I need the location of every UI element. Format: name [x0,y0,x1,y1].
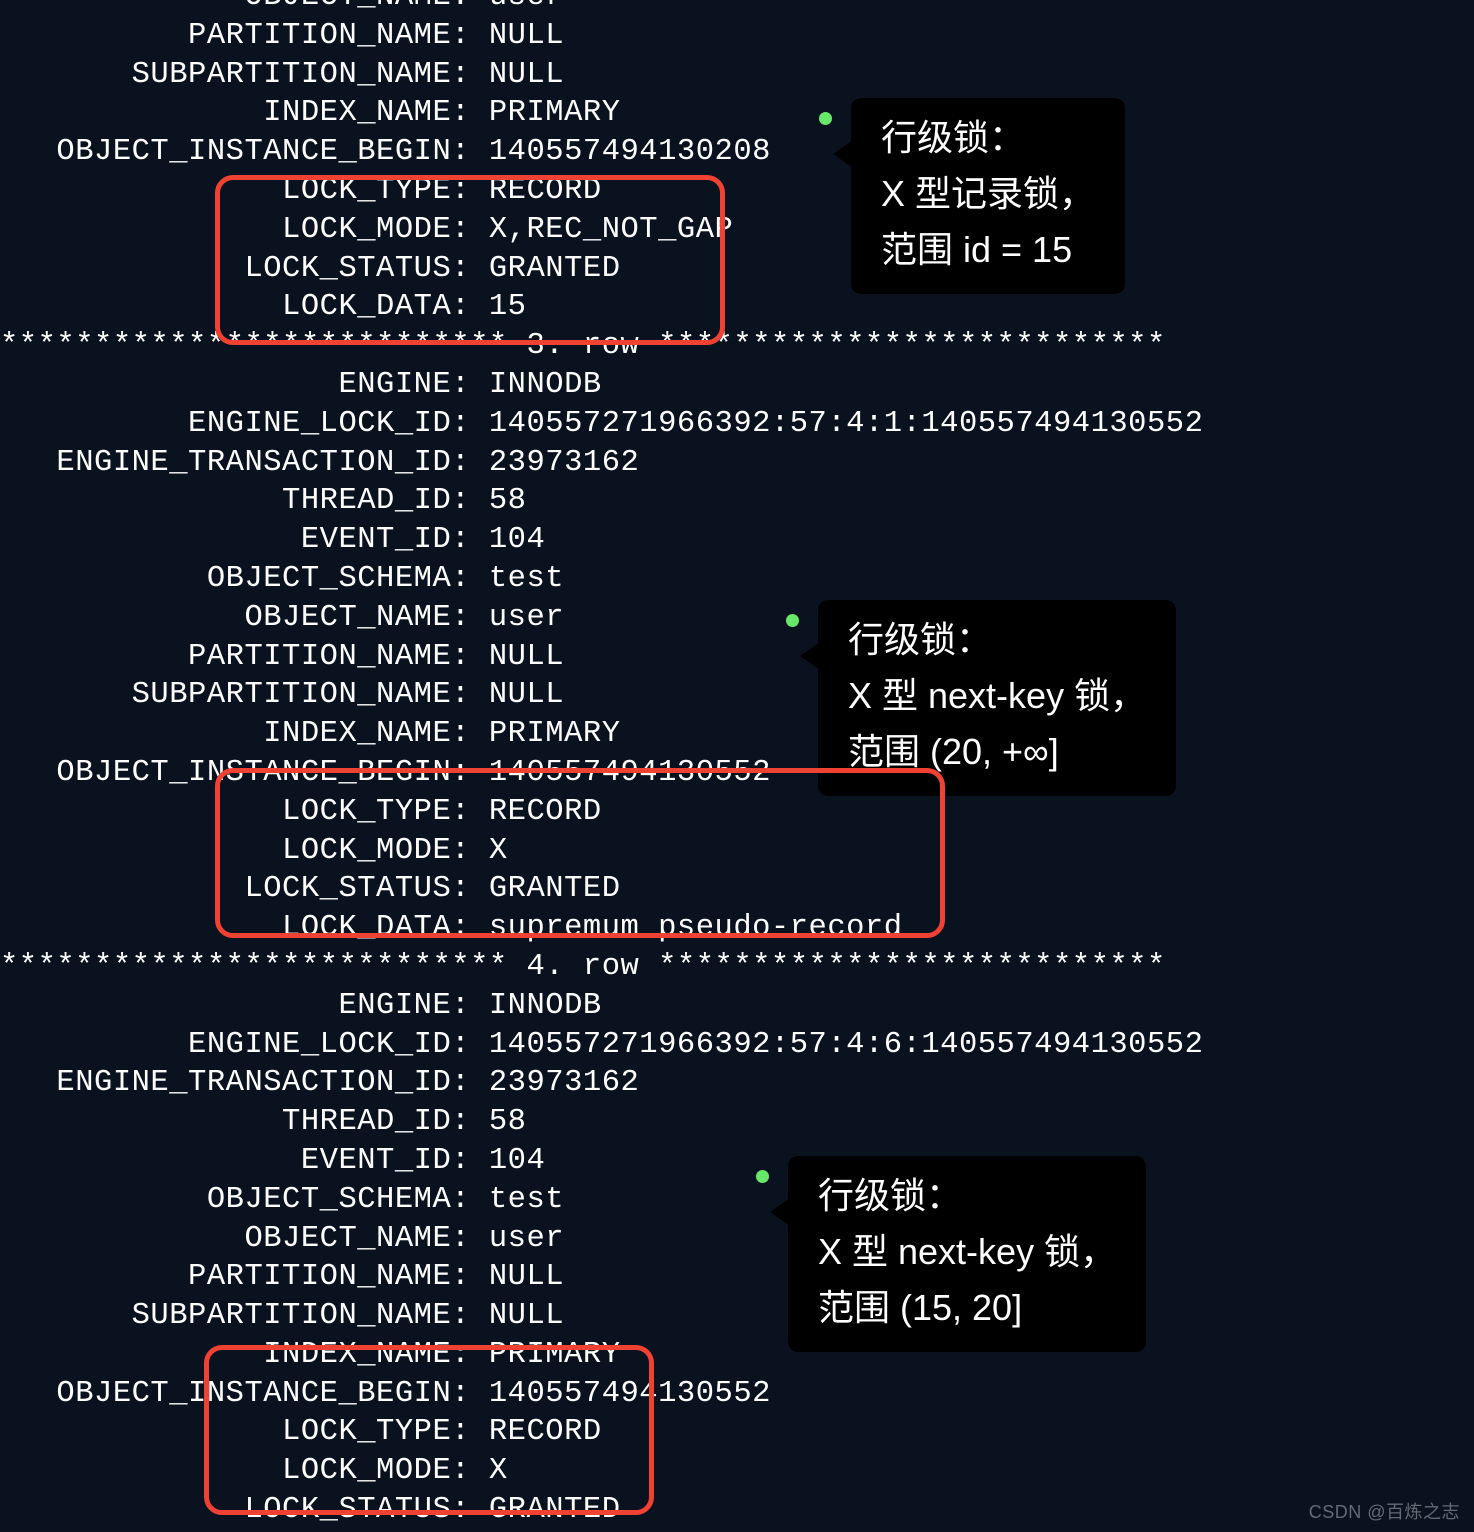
output-row: THREAD_ID: 58 [0,1103,1474,1142]
annotation-line: 范围 (20, +∞] [848,724,1146,780]
output-row: LOCK_DATA: supremum pseudo-record [0,909,1474,948]
output-row: LOCK_TYPE: RECORD [0,1413,1474,1452]
output-row: SUBPARTITION_NAME: NULL [0,1297,1474,1336]
output-row: INDEX_NAME: PRIMARY [0,1336,1474,1375]
output-row: OBJECT_INSTANCE_BEGIN: 140557494130552 [0,754,1474,793]
output-row: LOCK_STATUS: GRANTED [0,250,1474,289]
output-row: THREAD_ID: 58 [0,482,1474,521]
output-row: LOCK_TYPE: RECORD [0,172,1474,211]
output-row: LOCK_MODE: X [0,832,1474,871]
annotation-arrow-icon [833,140,853,168]
annotation-arrow-icon [770,1198,790,1226]
row-divider: *************************** 4. row *****… [0,948,1474,987]
annotation-line: 范围 (15, 20] [818,1280,1116,1336]
row-divider: *************************** 3. row *****… [0,327,1474,366]
output-row: OBJECT_INSTANCE_BEGIN: 140557494130208 [0,133,1474,172]
output-row: ENGINE_LOCK_ID: 140557271966392:57:4:6:1… [0,1026,1474,1065]
annotation-line: X 型 next-key 锁， [848,668,1146,724]
annotation-line: X 型 next-key 锁， [818,1224,1116,1280]
annotation-line: X 型记录锁， [881,166,1095,222]
output-row: LOCK_STATUS: GRANTED [0,870,1474,909]
annotation-line: 行级锁： [881,110,1095,166]
annotation-dot-icon [756,1170,769,1183]
output-row: SUBPARTITION_NAME: NULL [0,56,1474,95]
output-row: OBJECT_INSTANCE_BEGIN: 140557494130552 [0,1375,1474,1414]
output-row: LOCK_MODE: X [0,1452,1474,1491]
output-row: INDEX_NAME: PRIMARY [0,94,1474,133]
watermark: CSDN @百炼之志 [1309,1498,1460,1524]
annotation-arrow-icon [800,642,820,670]
output-row: OBJECT_SCHEMA: test [0,560,1474,599]
output-row: ENGINE: INNODB [0,987,1474,1026]
output-row: OBJECT_NAME: user [0,0,1474,17]
output-row: LOCK_DATA: 15 [0,288,1474,327]
output-row: EVENT_ID: 104 [0,1142,1474,1181]
output-row: LOCK_TYPE: RECORD [0,793,1474,832]
output-row: OBJECT_NAME: user [0,599,1474,638]
output-row: ENGINE_TRANSACTION_ID: 23973162 [0,1064,1474,1103]
terminal-output: OBJECT_NAME: user PARTITION_NAME: NULL S… [0,0,1474,1532]
output-row: EVENT_ID: 104 [0,521,1474,560]
annotation-dot-icon [786,614,799,627]
output-row: LOCK_MODE: X,REC_NOT_GAP [0,211,1474,250]
annotation-line: 行级锁： [848,612,1146,668]
output-row: PARTITION_NAME: NULL [0,17,1474,56]
annotation-dot-icon [819,112,832,125]
output-row: ENGINE_TRANSACTION_ID: 23973162 [0,444,1474,483]
output-row: PARTITION_NAME: NULL [0,1258,1474,1297]
annotation-callout: 行级锁：X 型 next-key 锁，范围 (20, +∞] [818,600,1176,796]
output-row: ENGINE: INNODB [0,366,1474,405]
output-row: LOCK_STATUS: GRANTED [0,1491,1474,1530]
annotation-line: 行级锁： [818,1168,1116,1224]
output-row: ENGINE_LOCK_ID: 140557271966392:57:4:1:1… [0,405,1474,444]
annotation-callout: 行级锁：X 型记录锁，范围 id = 15 [851,98,1125,294]
output-row: INDEX_NAME: PRIMARY [0,715,1474,754]
annotation-line: 范围 id = 15 [881,222,1095,278]
output-row: OBJECT_SCHEMA: test [0,1181,1474,1220]
output-row: SUBPARTITION_NAME: NULL [0,676,1474,715]
output-row: PARTITION_NAME: NULL [0,638,1474,677]
output-row: OBJECT_NAME: user [0,1220,1474,1259]
annotation-callout: 行级锁：X 型 next-key 锁，范围 (15, 20] [788,1156,1146,1352]
